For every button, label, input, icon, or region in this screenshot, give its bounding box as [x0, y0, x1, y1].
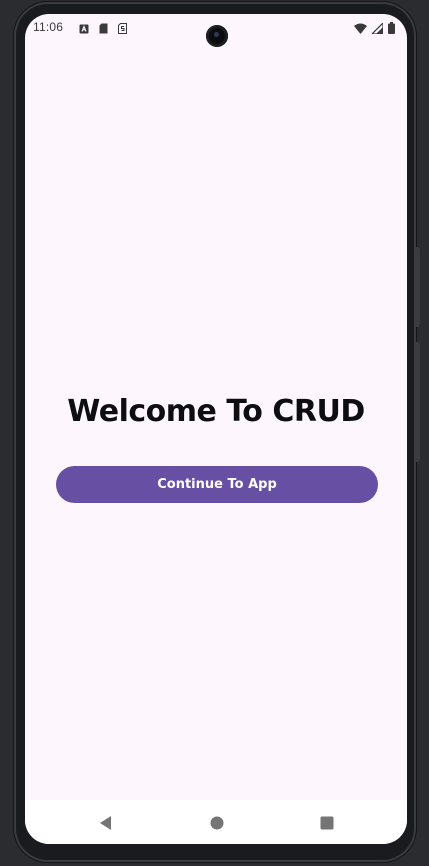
- recents-icon[interactable]: [320, 816, 334, 835]
- status-right-icons: [354, 21, 395, 39]
- power-button[interactable]: [416, 247, 420, 327]
- battery-icon: [388, 21, 395, 39]
- wifi-icon: [354, 21, 367, 39]
- volume-button[interactable]: [416, 342, 420, 462]
- page-title: Welcome To CRUD: [67, 394, 365, 429]
- home-icon[interactable]: [210, 816, 224, 835]
- notification-a-icon: [79, 21, 89, 39]
- welcome-section: Welcome To CRUD: [25, 394, 407, 429]
- back-icon[interactable]: [99, 816, 113, 835]
- status-time: 11:06: [33, 20, 64, 34]
- navigation-bar: [25, 800, 407, 844]
- screen: 11:06 Welcome To CRUD Continue To App: [25, 14, 407, 844]
- sd-card-icon: [99, 21, 108, 39]
- status-left-icons: [79, 21, 127, 39]
- device-frame: 11:06 Welcome To CRUD Continue To App: [14, 2, 420, 862]
- signal-icon: [370, 21, 384, 39]
- sim-icon: [118, 21, 127, 39]
- front-camera: [206, 25, 228, 47]
- continue-button[interactable]: Continue To App: [56, 466, 378, 503]
- status-bar: 11:06: [25, 14, 407, 47]
